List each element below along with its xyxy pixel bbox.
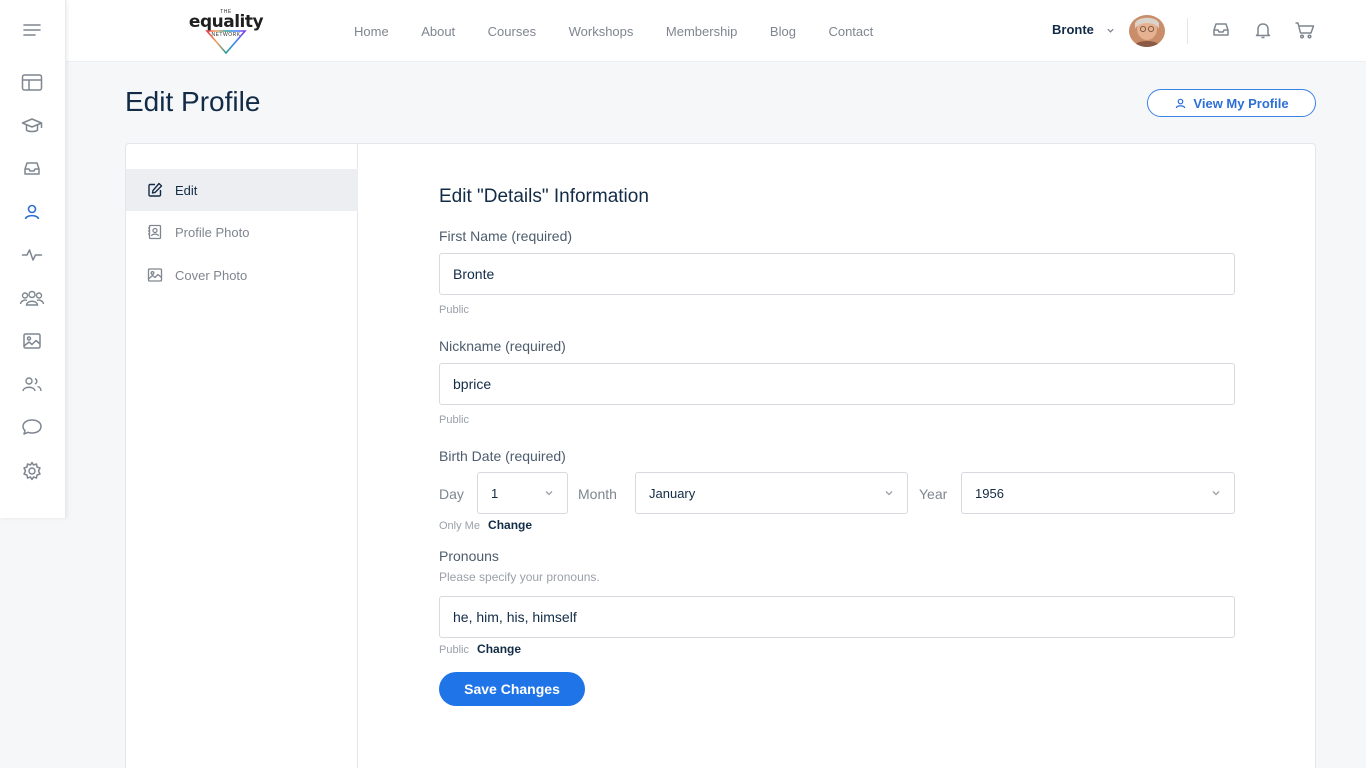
year-select[interactable]: 1956	[961, 472, 1235, 514]
view-my-profile-button[interactable]: View My Profile	[1147, 89, 1316, 117]
profile-subnav: Edit Profile Photo Cover Photo	[126, 144, 358, 768]
birth-date-visibility-row: Only Me Change	[439, 518, 532, 532]
year-select-value: 1956	[975, 485, 1004, 501]
nickname-label: Nickname (required)	[439, 338, 566, 354]
month-label: Month	[578, 486, 617, 502]
chevron-down-icon	[885, 491, 893, 496]
page-title: Edit Profile	[125, 86, 261, 117]
first-name-label: First Name (required)	[439, 228, 573, 244]
avatar[interactable]	[1129, 15, 1165, 47]
view-my-profile-label: View My Profile	[1193, 95, 1289, 111]
header-divider	[1187, 18, 1188, 44]
nav-membership[interactable]: Membership	[666, 24, 738, 39]
menu-icon[interactable]	[19, 17, 45, 43]
profile-photo-icon	[148, 224, 162, 240]
pronouns-visibility-row: Public Change	[439, 642, 521, 656]
user-menu-name[interactable]: Bronte	[1052, 22, 1094, 37]
pronouns-visibility: Public	[439, 644, 469, 656]
forums-icon[interactable]	[19, 414, 45, 440]
nav-workshops[interactable]: Workshops	[569, 24, 634, 39]
birth-date-change-link[interactable]: Change	[488, 518, 532, 532]
month-select[interactable]: January	[635, 472, 908, 514]
activity-icon[interactable]	[19, 242, 45, 268]
first-name-visibility: Public	[439, 304, 469, 316]
subnav-item-label: Edit	[175, 182, 198, 198]
groups-icon[interactable]	[19, 285, 45, 311]
chevron-down-icon	[1212, 491, 1220, 496]
subnav-item-profile-photo[interactable]: Profile Photo	[126, 211, 358, 253]
inbox-icon[interactable]	[19, 156, 45, 182]
top-header: THE equality NETWORK Home About Courses …	[66, 0, 1366, 62]
photos-icon[interactable]	[19, 328, 45, 354]
edit-profile-card: Edit Profile Photo Cover Photo Edit "Det…	[125, 143, 1316, 768]
image-icon	[147, 268, 163, 282]
year-label: Year	[919, 486, 948, 502]
left-rail	[0, 0, 66, 518]
subnav-item-label: Cover Photo	[175, 267, 248, 283]
logo-triangle-icon	[205, 30, 247, 55]
subnav-item-cover-photo[interactable]: Cover Photo	[126, 254, 358, 296]
main-nav: Home About Courses Workshops Membership …	[354, 0, 906, 62]
pronouns-hint: Please specify your pronouns.	[439, 570, 600, 584]
nav-contact[interactable]: Contact	[828, 24, 873, 39]
bell-icon[interactable]	[1253, 20, 1273, 40]
first-name-input[interactable]	[439, 253, 1235, 295]
subnav-item-edit[interactable]: Edit	[126, 169, 358, 211]
profile-icon	[1174, 97, 1187, 110]
dashboard-icon[interactable]	[19, 70, 45, 96]
pronouns-input[interactable]	[439, 596, 1235, 638]
cart-icon[interactable]	[1294, 20, 1315, 40]
chevron-down-icon	[545, 491, 553, 496]
nav-courses[interactable]: Courses	[488, 24, 536, 39]
day-label: Day	[439, 486, 464, 502]
pronouns-change-link[interactable]: Change	[477, 642, 521, 656]
settings-icon[interactable]	[19, 458, 45, 484]
month-select-value: January	[649, 485, 696, 501]
members-icon[interactable]	[19, 371, 45, 397]
edit-icon	[148, 182, 163, 197]
profile-icon[interactable]	[19, 199, 45, 225]
form-title: Edit "Details" Information	[439, 186, 649, 207]
nickname-visibility: Public	[439, 414, 469, 426]
birth-date-visibility: Only Me	[439, 520, 480, 532]
save-changes-button[interactable]: Save Changes	[439, 672, 585, 706]
day-select[interactable]: 1	[477, 472, 568, 514]
nickname-input[interactable]	[439, 363, 1235, 405]
day-select-value: 1	[491, 485, 499, 501]
inbox-icon[interactable]	[1211, 20, 1231, 40]
nav-about[interactable]: About	[421, 24, 455, 39]
nav-blog[interactable]: Blog	[770, 24, 796, 39]
birth-date-label: Birth Date (required)	[439, 448, 566, 464]
subnav-item-label: Profile Photo	[175, 224, 250, 240]
site-logo[interactable]: THE equality NETWORK	[187, 6, 265, 55]
nav-home[interactable]: Home	[354, 24, 389, 39]
pronouns-label: Pronouns	[439, 548, 499, 564]
courses-icon[interactable]	[19, 113, 45, 139]
chevron-down-icon[interactable]	[1106, 26, 1115, 35]
